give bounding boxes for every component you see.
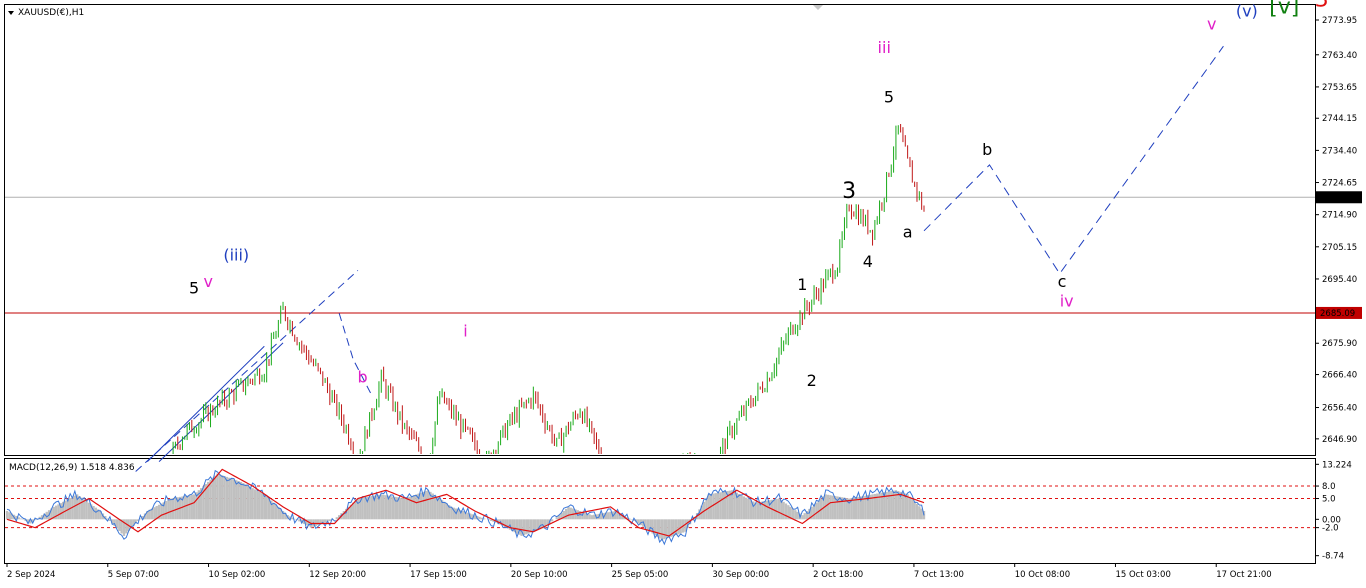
wave-label: a	[903, 222, 913, 241]
symbol-label[interactable]: XAUUSD(€),H1	[18, 8, 84, 18]
price-tick-label: 2705.15	[1322, 243, 1357, 253]
price-tick-label: 2666.40	[1322, 371, 1357, 381]
price-tick-label: 2724.65	[1322, 179, 1357, 189]
macd-tick-label: -8.74	[1322, 552, 1344, 562]
trading-chart[interactable]: XAUUSD(€),H1 MACD(12,26,9) 1.518 4.836 2…	[0, 0, 1366, 588]
price-tick-label: 2695.40	[1322, 275, 1357, 285]
time-tick-label: 12 Sep 20:00	[309, 570, 366, 580]
time-tick-label: 25 Sep 05:00	[612, 570, 669, 580]
price-tick-label: 2675.90	[1322, 339, 1357, 349]
macd-tick-label: -2.0	[1322, 524, 1339, 534]
price-tick-label: 2773.95	[1322, 16, 1357, 26]
wave-label: 5	[189, 278, 199, 297]
macd-label: MACD(12,26,9) 1.518 4.836	[9, 463, 135, 473]
price-tick-label: 2714.90	[1322, 211, 1357, 221]
price-tick-label: 2763.40	[1322, 51, 1357, 61]
wave-label: iii	[878, 38, 891, 57]
price-tick-label: 2646.90	[1322, 435, 1357, 445]
wave-label: (v)	[1236, 2, 1258, 21]
time-tick-label: 17 Oct 21:00	[1216, 570, 1271, 580]
price-tick-label: 2734.40	[1322, 146, 1357, 156]
price-tick-label: 2753.65	[1322, 83, 1357, 93]
wave-label: 3	[842, 179, 856, 204]
wave-label: i	[463, 321, 467, 340]
time-tick-label: 17 Sep 15:00	[410, 570, 467, 580]
wave-label: c	[1058, 272, 1067, 291]
wave-label: b	[982, 140, 992, 159]
macd-tick-label: 5.0	[1322, 495, 1336, 505]
wave-label: b	[357, 367, 367, 386]
time-tick-label: 2 Sep 2024	[7, 570, 55, 580]
macd-tick-label: 13.224	[1322, 460, 1352, 470]
price-panel-frame	[4, 4, 1316, 456]
time-tick-label: 10 Oct 08:00	[1015, 570, 1070, 580]
price-axis: 2773.95 2763.40 2753.65 2744.15 2734.40 2724.…	[1315, 16, 1357, 445]
wave-label: 2	[807, 371, 817, 390]
wave-label: v	[1207, 15, 1216, 34]
time-tick-label: 5 Sep 07:00	[108, 570, 159, 580]
price-tick-label: 2656.40	[1322, 404, 1357, 414]
resistance-price-tag: 2685.09	[1320, 309, 1355, 319]
wave-label: iv	[1060, 292, 1074, 311]
wave-label: 5	[884, 87, 894, 106]
time-tick-label: 20 Sep 10:00	[511, 570, 568, 580]
wave-label: (iii)	[223, 245, 249, 264]
time-tick-label: 30 Sep 00:00	[712, 570, 769, 580]
wave-label: 1	[797, 275, 807, 294]
wave-label: 3	[1315, 0, 1329, 13]
wave-label: [v]	[1269, 0, 1299, 19]
macd-tick-label: 8.0	[1322, 482, 1336, 492]
time-tick-label: 15 Oct 03:00	[1115, 570, 1170, 580]
price-tick-label: 2744.15	[1322, 114, 1357, 124]
wave-label: 4	[863, 252, 873, 271]
time-axis: 2 Sep 2024 5 Sep 07:00 10 Sep 02:00 12 Sep …	[6, 563, 1272, 580]
bid-price-tag: 2720.18	[1320, 193, 1355, 203]
time-tick-label: 2 Oct 18:00	[813, 570, 863, 580]
time-tick-label: 7 Oct 13:00	[914, 570, 964, 580]
time-tick-label: 10 Sep 02:00	[209, 570, 266, 580]
wave-label: v	[203, 272, 212, 291]
